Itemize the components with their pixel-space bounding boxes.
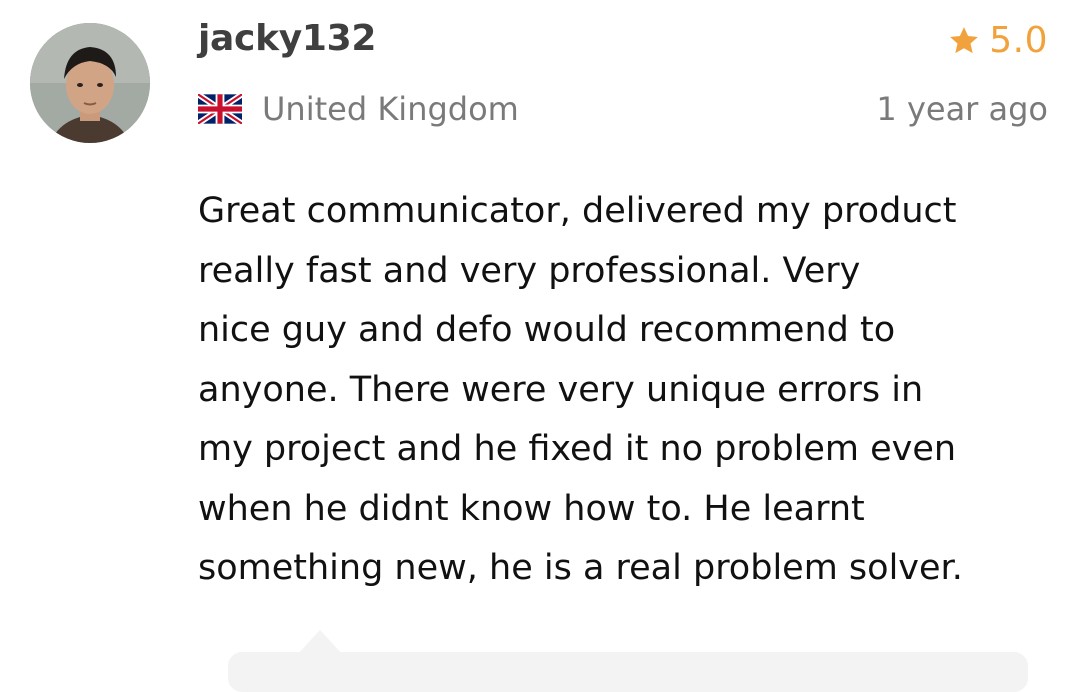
uk-flag-icon (198, 94, 242, 124)
avatar-image (30, 23, 150, 143)
reply-callout (228, 630, 1028, 692)
avatar[interactable] (30, 23, 150, 143)
callout-pointer (298, 630, 342, 654)
callout-bubble (228, 652, 1028, 692)
rating: 5.0 (947, 20, 1048, 61)
review-card: jacky132 5.0 United Kingdom 1 year ago G… (0, 0, 1080, 692)
rating-value: 5.0 (989, 20, 1048, 61)
country: United Kingdom (198, 90, 519, 128)
review-text: Great communicator, delivered my product… (198, 191, 963, 588)
username-link[interactable]: jacky132 (198, 18, 376, 59)
star-icon (950, 26, 979, 53)
country-name: United Kingdom (262, 90, 519, 128)
review-timestamp: 1 year ago (876, 90, 1048, 128)
